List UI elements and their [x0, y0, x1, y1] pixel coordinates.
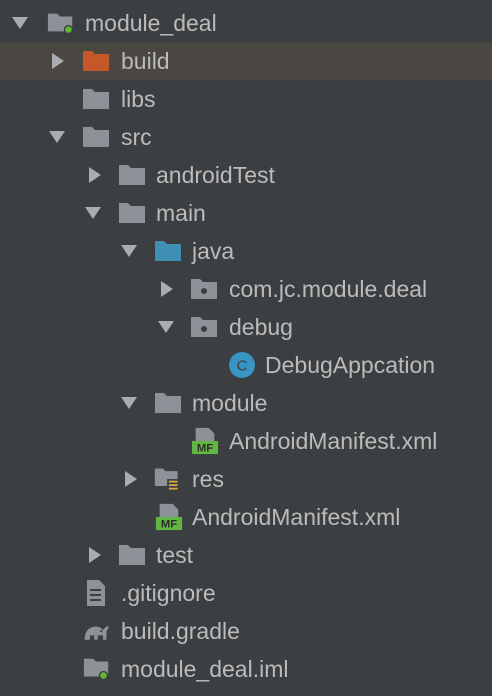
- tree-node-module-iml[interactable]: module_deal.iml: [0, 650, 492, 688]
- tree-node-debug-appcation[interactable]: C DebugAppcation: [0, 346, 492, 384]
- iml-file-icon: [83, 650, 111, 688]
- collapse-arrow-icon[interactable]: [157, 270, 177, 308]
- tree-node-label: .gitignore: [121, 580, 216, 606]
- expand-arrow-icon[interactable]: [47, 118, 67, 156]
- module-folder-icon: [47, 4, 75, 42]
- tree-node-build-gradle[interactable]: build.gradle: [0, 612, 492, 650]
- tree-node-module[interactable]: module: [0, 384, 492, 422]
- tree-node-res[interactable]: res: [0, 460, 492, 498]
- tree-node-label: module: [192, 390, 268, 416]
- expand-arrow-icon[interactable]: [119, 232, 139, 270]
- tree-node-label: androidTest: [156, 162, 275, 188]
- tree-node-label: module_deal.iml: [121, 656, 289, 682]
- tree-node-test[interactable]: test: [0, 536, 492, 574]
- tree-node-package-debug[interactable]: debug: [0, 308, 492, 346]
- tree-node-label: java: [192, 238, 235, 264]
- tree-node-label: libs: [121, 86, 156, 112]
- svg-text:MF: MF: [197, 443, 213, 455]
- tree-node-src[interactable]: src: [0, 118, 492, 156]
- svg-text:C: C: [237, 358, 248, 375]
- tree-node-libs[interactable]: libs: [0, 80, 492, 118]
- svg-text:MF: MF: [161, 519, 177, 531]
- project-tree: module_deal build libs src androidTest m…: [0, 0, 492, 696]
- tree-node-label: AndroidManifest.xml: [192, 504, 401, 530]
- folder-icon: [154, 384, 182, 422]
- tree-node-module-manifest[interactable]: MF AndroidManifest.xml: [0, 422, 492, 460]
- tree-node-label: build.gradle: [121, 618, 240, 644]
- expand-arrow-icon[interactable]: [156, 308, 176, 346]
- collapse-arrow-icon[interactable]: [121, 460, 141, 498]
- tree-node-main[interactable]: main: [0, 194, 492, 232]
- tree-node-label: DebugAppcation: [265, 352, 436, 378]
- tree-node-label: debug: [229, 314, 293, 340]
- expand-arrow-icon[interactable]: [119, 384, 139, 422]
- folder-icon: [118, 536, 146, 574]
- tree-node-label: module_deal: [85, 10, 217, 36]
- folder-icon: [118, 156, 146, 194]
- package-icon: [190, 308, 218, 346]
- folder-icon: [82, 118, 110, 156]
- tree-node-label: src: [121, 124, 152, 150]
- folder-icon: [118, 194, 146, 232]
- tree-node-label: main: [156, 200, 206, 226]
- folder-icon: [82, 80, 110, 118]
- tree-node-label: com.jc.module.deal: [229, 276, 428, 302]
- gradle-icon: [82, 612, 110, 650]
- expand-arrow-icon[interactable]: [10, 4, 30, 42]
- collapse-arrow-icon[interactable]: [85, 156, 105, 194]
- resources-folder-icon: [154, 460, 182, 498]
- tree-node-gitignore[interactable]: .gitignore: [0, 574, 492, 612]
- collapse-arrow-icon[interactable]: [48, 42, 68, 80]
- tree-node-build[interactable]: build: [0, 42, 492, 80]
- package-icon: [190, 270, 218, 308]
- class-icon: C: [228, 346, 256, 384]
- source-folder-icon: [154, 232, 182, 270]
- tree-node-label: build: [121, 48, 170, 74]
- manifest-icon: MF: [155, 498, 183, 536]
- tree-node-java[interactable]: java: [0, 232, 492, 270]
- text-file-icon: [82, 574, 110, 612]
- tree-node-label: res: [192, 466, 224, 492]
- tree-node-label: test: [156, 542, 194, 568]
- tree-node-package-module-deal[interactable]: com.jc.module.deal: [0, 270, 492, 308]
- excluded-folder-icon: [82, 42, 110, 80]
- collapse-arrow-icon[interactable]: [85, 536, 105, 574]
- tree-node-label: AndroidManifest.xml: [229, 428, 438, 454]
- expand-arrow-icon[interactable]: [83, 194, 103, 232]
- tree-node-main-manifest[interactable]: MF AndroidManifest.xml: [0, 498, 492, 536]
- tree-node-android-test[interactable]: androidTest: [0, 156, 492, 194]
- manifest-icon: MF: [191, 422, 219, 460]
- tree-node-module-deal[interactable]: module_deal: [0, 4, 492, 42]
